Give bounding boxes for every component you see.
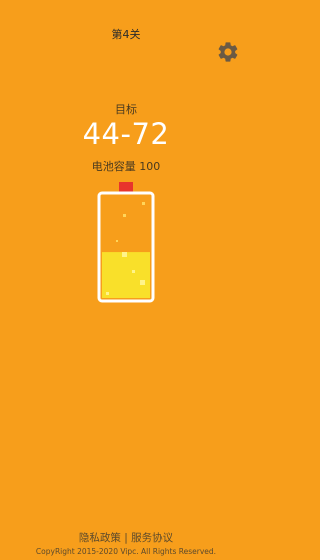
target-label: 目标 [115,103,137,116]
settings-button[interactable] [216,40,240,64]
footer-links: 隐私政策 | 服务协议 [0,530,252,545]
bubble [142,202,145,205]
battery-capacity: 电池容量 100 [91,160,161,173]
bubble [106,292,109,295]
target-range: 44-72 [82,117,170,151]
battery-terminal [119,182,133,193]
footer-separator: | [124,532,128,544]
bubble [116,240,118,242]
bubble [132,270,135,273]
bubble [122,252,127,257]
copyright-text: CopyRight 2015-2020 Vipc. All Rights Res… [35,547,217,556]
battery-fill [102,252,150,298]
battery[interactable] [96,180,156,305]
level-title: 第4关 [111,28,141,41]
bubble [123,214,126,217]
privacy-policy-link[interactable]: 隐私政策 [79,532,121,544]
service-agreement-link[interactable]: 服务协议 [131,532,173,544]
gear-icon [218,42,238,62]
bubble [140,280,145,285]
